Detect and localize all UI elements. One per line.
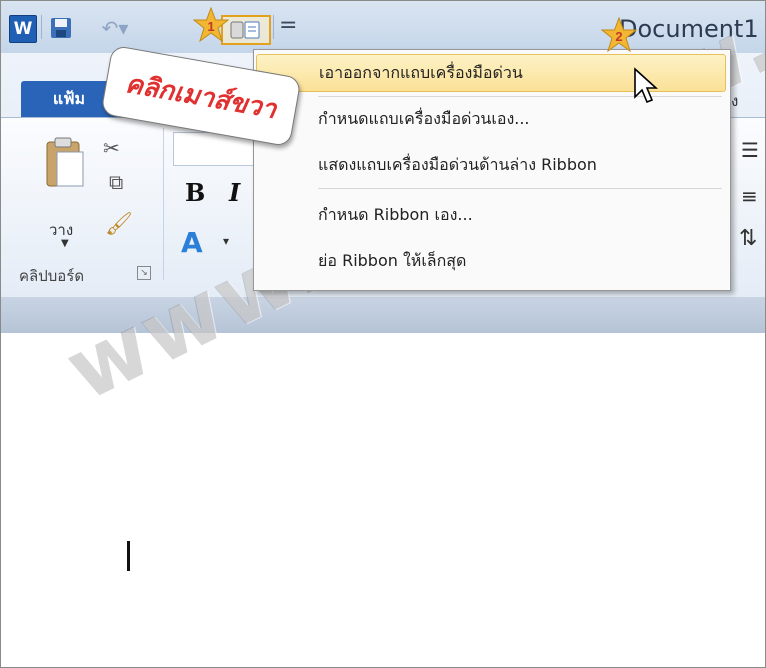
- step-1-number: 1: [207, 19, 214, 34]
- text-effects-button[interactable]: A: [181, 226, 203, 259]
- qat-separator: [41, 15, 42, 39]
- clipboard-group-label: คลิปบอร์ด: [19, 267, 85, 285]
- mouse-pointer-icon: [633, 67, 659, 107]
- multilevel-list-icon[interactable]: ☰: [741, 138, 759, 162]
- paste-icon[interactable]: [45, 136, 85, 194]
- menu-item-show-qat-below[interactable]: แสดงแถบเครื่องมือด่วนด้านล่าง Ribbon: [256, 146, 726, 184]
- paste-dropdown-icon[interactable]: ▼: [61, 238, 69, 249]
- customize-qat-dropdown[interactable]: =: [279, 13, 297, 38]
- copy-icon[interactable]: ⧉: [109, 170, 123, 194]
- group-divider: [163, 128, 164, 280]
- italic-button[interactable]: I: [229, 178, 240, 207]
- word-window: W ↶▾ = Document1 แฟ้ม ง ✂ ⧉ 🖌 วาง ▼ คลิป…: [0, 0, 766, 668]
- step-2-number: 2: [615, 29, 622, 44]
- qat-separator: [273, 15, 274, 39]
- dialog-launcher-icon[interactable]: ↘: [137, 266, 151, 280]
- text-cursor: [127, 541, 130, 571]
- menu-item-customize-ribbon[interactable]: กำหนด Ribbon เอง...: [256, 196, 726, 234]
- word-app-icon[interactable]: W: [9, 15, 37, 43]
- menu-separator: [318, 188, 722, 189]
- format-painter-icon[interactable]: 🖌: [105, 212, 133, 237]
- menu-item-minimize-ribbon[interactable]: ย่อ Ribbon ให้เล็กสุด: [256, 242, 726, 280]
- save-icon[interactable]: [49, 15, 73, 41]
- justify-icon[interactable]: ≡: [741, 184, 758, 208]
- undo-icon[interactable]: ↶▾: [101, 15, 129, 41]
- sort-icon[interactable]: ⇅: [739, 226, 757, 251]
- step-2-star-icon: 2: [600, 16, 638, 53]
- step-1-star-icon: 1: [192, 6, 230, 43]
- bold-button[interactable]: B: [185, 178, 205, 207]
- menu-separator: [318, 96, 722, 97]
- context-menu: เอาออกจากแถบเครื่องมือด่วน กำหนดแถบเครื่…: [253, 49, 731, 291]
- cut-icon[interactable]: ✂: [103, 136, 120, 160]
